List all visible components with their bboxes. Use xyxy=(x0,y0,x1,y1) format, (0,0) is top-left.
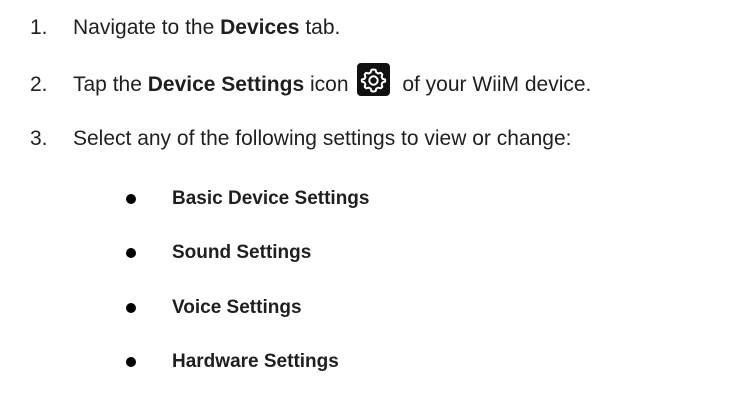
list-item-label: Basic Device Settings xyxy=(172,188,370,209)
list-item: Basic Device Settings xyxy=(126,181,369,217)
step-3: 3. Select any of the following settings … xyxy=(30,121,571,157)
devices-tab-label: Devices xyxy=(220,16,300,39)
instruction-steps: 1. Navigate to the Devices tab. 2. Tap t… xyxy=(0,0,737,414)
list-item-label: Voice Settings xyxy=(172,297,302,318)
device-settings-label: Device Settings xyxy=(147,73,305,96)
step-text: Tap the xyxy=(73,73,148,96)
step-number: 3. xyxy=(30,127,48,150)
list-item: Sound Settings xyxy=(126,235,311,271)
step-number: 2. xyxy=(30,73,48,96)
list-item-label: Sound Settings xyxy=(172,242,312,263)
step-1: 1. Navigate to the Devices tab. xyxy=(30,10,340,46)
step-text: of your WiiM device. xyxy=(396,73,592,96)
step-text: Select any of the following settings to … xyxy=(73,127,572,150)
step-text: icon xyxy=(304,73,349,96)
bullet-icon xyxy=(126,248,136,258)
bullet-icon xyxy=(126,194,136,204)
bullet-icon xyxy=(126,303,136,313)
step-2: 2. Tap the Device Settings icon of your … xyxy=(30,62,592,103)
list-item-label: Hardware Settings xyxy=(172,351,339,372)
step-text: tab. xyxy=(299,16,341,39)
bullet-icon xyxy=(126,357,136,367)
list-item: Hardware Settings xyxy=(126,344,339,380)
list-item: Voice Settings xyxy=(126,290,302,326)
step-number: 1. xyxy=(30,16,48,39)
gear-icon xyxy=(356,62,390,96)
step-text: Navigate to the xyxy=(73,16,221,39)
